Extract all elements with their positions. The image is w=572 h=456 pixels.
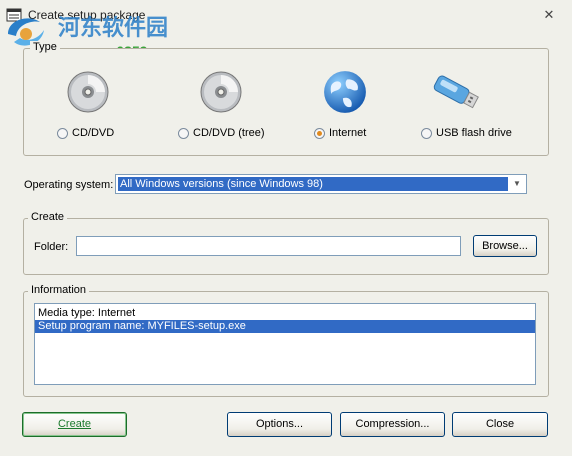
radio-cd-dvd-tree[interactable]: CD/DVD (tree) — [178, 127, 265, 139]
create-button[interactable]: Create — [22, 412, 127, 437]
folder-label: Folder: — [34, 241, 69, 253]
close-button-label: Close — [485, 418, 515, 430]
create-group-legend: Create — [28, 211, 68, 223]
radio-internet-label: Internet — [329, 127, 367, 139]
radio-usb-flash-drive[interactable]: USB flash drive — [421, 127, 512, 139]
type-group-legend: Type — [30, 41, 60, 53]
options-button[interactable]: Options... — [227, 412, 332, 437]
compression-button[interactable]: Compression... — [340, 412, 445, 437]
options-button-label: Options... — [255, 418, 304, 430]
radio-cd-dvd[interactable]: CD/DVD — [57, 127, 114, 139]
folder-input[interactable] — [76, 236, 461, 256]
usb-drive-icon — [433, 75, 479, 109]
chevron-down-icon[interactable]: ▼ — [510, 177, 524, 191]
radio-usb-flash-drive-dot[interactable] — [421, 127, 432, 139]
close-button[interactable]: Close — [452, 412, 548, 437]
browse-button[interactable]: Browse... — [473, 235, 537, 257]
information-group-legend: Information — [28, 284, 90, 296]
list-item[interactable]: Media type: Internet — [35, 307, 535, 320]
information-list[interactable]: Media type: Internet Setup program name:… — [34, 303, 536, 385]
radio-cd-dvd-tree-label: CD/DVD (tree) — [193, 127, 265, 139]
radio-cd-dvd-dot[interactable] — [57, 127, 68, 139]
cd-disc-icon — [200, 71, 242, 113]
operating-system-select[interactable]: All Windows versions (since Windows 98) … — [115, 174, 527, 194]
watermark-text: 河东软件园 — [58, 15, 169, 41]
create-button-label: Create — [57, 418, 92, 430]
radio-internet[interactable]: Internet — [314, 127, 366, 139]
cd-disc-icon — [67, 71, 109, 113]
globe-icon — [324, 71, 366, 113]
radio-usb-flash-drive-label: USB flash drive — [436, 127, 512, 139]
list-item[interactable]: Setup program name: MYFILES-setup.exe — [35, 320, 535, 333]
operating-system-label: Operating system: — [24, 179, 114, 191]
radio-cd-dvd-label: CD/DVD — [72, 127, 115, 139]
close-window-button[interactable]: ✕ — [540, 7, 558, 23]
compression-button-label: Compression... — [355, 418, 430, 430]
operating-system-value: All Windows versions (since Windows 98) — [118, 177, 508, 191]
browse-button-label: Browse... — [482, 240, 528, 252]
radio-cd-dvd-tree-dot[interactable] — [178, 127, 189, 139]
radio-internet-dot[interactable] — [314, 127, 325, 139]
